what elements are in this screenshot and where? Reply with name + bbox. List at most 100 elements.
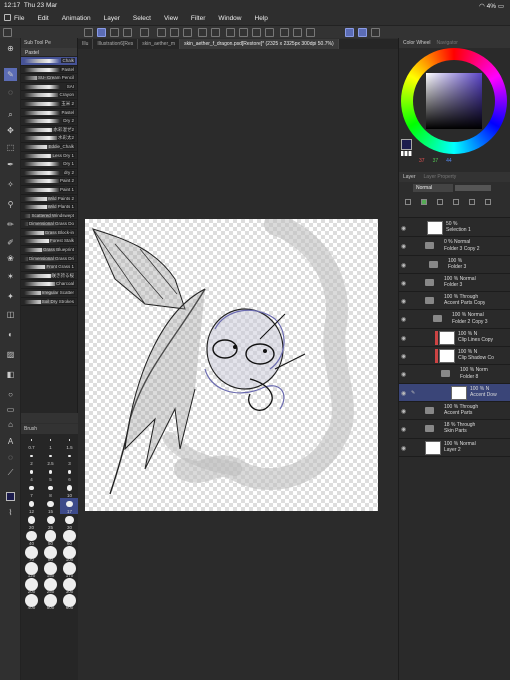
text-tool-icon[interactable]: A xyxy=(4,435,17,448)
visibility-icon[interactable]: ◉ xyxy=(401,280,406,287)
magic-wand-icon[interactable]: ✧ xyxy=(4,178,17,191)
brush-item[interactable]: Crayon xyxy=(21,91,77,100)
visibility-icon[interactable]: ◉ xyxy=(401,298,406,305)
undo-icon[interactable] xyxy=(198,28,207,37)
tab-skin-aether-m[interactable]: skin_aether_m xyxy=(138,39,181,49)
layer-row[interactable]: ◉ 50 % Selection 1 xyxy=(399,219,510,238)
menu-animation[interactable]: Animation xyxy=(62,15,91,22)
menu-select[interactable]: Select xyxy=(133,15,151,22)
gradient-icon[interactable]: ◧ xyxy=(4,368,17,381)
brush-item[interactable]: Eddie_Chalk xyxy=(21,143,77,152)
brush-size-cell[interactable]: 170 xyxy=(60,561,79,578)
search-tool-icon[interactable]: ⌕ xyxy=(4,108,17,121)
visibility-icon[interactable]: ◉ xyxy=(401,390,406,397)
brush-tool-icon[interactable]: ✎ xyxy=(4,68,17,81)
visibility-icon[interactable]: ◉ xyxy=(401,445,406,452)
layer-row[interactable]: ◉ 100 % Through Accent Parts Copy xyxy=(399,292,510,311)
color-wheel[interactable] xyxy=(401,48,507,154)
fill-icon[interactable] xyxy=(140,28,149,37)
brush-size-cell[interactable]: 300 xyxy=(60,577,79,594)
brush-item[interactable]: 水彩太2 xyxy=(21,134,77,143)
layer-row[interactable]: ◉ 100 % Through Accent Parts xyxy=(399,401,510,421)
brush-size-cell[interactable]: 30 xyxy=(60,514,79,530)
brush-size-cell[interactable]: 10 xyxy=(60,482,79,498)
color-icon[interactable] xyxy=(280,28,289,37)
decoration-icon[interactable]: ✦ xyxy=(4,290,17,303)
saturation-value-square[interactable] xyxy=(426,73,482,129)
layer-row[interactable]: ◉ 0 % Normal Folder 3 Copy 2 xyxy=(399,237,510,256)
grid-icon[interactable] xyxy=(183,28,192,37)
clear-icon[interactable] xyxy=(226,28,235,37)
canvas-area[interactable] xyxy=(78,49,398,680)
brush-item[interactable]: Dimensional Grass Dri xyxy=(21,255,77,264)
visibility-icon[interactable]: ◉ xyxy=(401,426,406,433)
flower-brush-icon[interactable]: ❀ xyxy=(4,252,17,265)
home-icon[interactable] xyxy=(3,28,12,37)
tab-illustration6[interactable]: Illustration6[Res xyxy=(93,39,139,49)
circle-tool-icon[interactable]: ○ xyxy=(4,388,17,401)
brush-item[interactable]: Soil Dry Strokes xyxy=(21,298,77,307)
brush-size-cell[interactable]: 1.5 xyxy=(60,434,79,450)
pencil-tool-icon[interactable]: ✏ xyxy=(4,218,17,231)
visibility-icon[interactable]: ◉ xyxy=(401,262,406,269)
brush-item[interactable]: Forest Stalk xyxy=(21,237,77,247)
pen-tool-icon[interactable]: ✒ xyxy=(4,158,17,171)
brush-size-cell[interactable]: 200 xyxy=(22,577,41,594)
brush-item[interactable]: Paint 1 xyxy=(21,186,77,195)
brush-item[interactable]: SAI xyxy=(21,83,77,92)
brush-size-cell[interactable]: 8 xyxy=(41,482,60,498)
brush-size-cell[interactable]: 20 xyxy=(22,514,41,530)
lasso-tool-icon[interactable]: ◌ xyxy=(4,86,17,99)
brush-size-cell[interactable]: 17 xyxy=(60,498,79,514)
edit-icon[interactable] xyxy=(345,28,354,37)
brush-item[interactable]: Front Grass 1 xyxy=(21,263,77,272)
brush-size-cell[interactable]: 2.5 xyxy=(41,450,60,466)
visibility-icon[interactable]: ◉ xyxy=(401,371,406,378)
redo-icon[interactable] xyxy=(211,28,220,37)
snap-icon[interactable] xyxy=(110,28,119,37)
visibility-icon[interactable]: ◉ xyxy=(401,316,406,323)
brush-size-cell[interactable]: 5 xyxy=(41,466,60,482)
airbrush-icon[interactable]: ✶ xyxy=(4,270,17,283)
rotate-icon[interactable] xyxy=(252,28,261,37)
brush-size-cell[interactable]: 80 xyxy=(41,545,60,562)
clip-icon[interactable] xyxy=(405,199,411,205)
brush-item[interactable]: Less Dry 1 xyxy=(21,152,77,161)
brush-size-cell[interactable]: 7 xyxy=(22,482,41,498)
brush-size-cell[interactable]: 250 xyxy=(41,577,60,594)
brush-size-cell[interactable]: 1 xyxy=(41,434,60,450)
brush-item[interactable]: Wild Paints 2 xyxy=(21,195,77,204)
visibility-icon[interactable]: ◉ xyxy=(401,408,406,415)
layer-row[interactable]: ◉ 100 % Folder 3 xyxy=(399,255,510,274)
brush-item[interactable]: Chalk xyxy=(21,57,77,66)
brush-size-cell[interactable]: 40 xyxy=(22,530,41,546)
visibility-icon[interactable]: ◉ xyxy=(401,335,406,342)
transparent-swatch[interactable]: ⌇ xyxy=(4,506,17,519)
check-icon[interactable] xyxy=(358,28,367,37)
brush-item[interactable]: 玉米 2 xyxy=(21,100,77,109)
brush-item[interactable]: Pastel xyxy=(21,66,77,75)
reference-layer-icon[interactable] xyxy=(421,199,427,205)
line-tool-icon[interactable]: ⟋ xyxy=(4,466,17,479)
menu-filter[interactable]: Filter xyxy=(191,15,205,22)
layer-row[interactable]: ◉ 100 % Norm Folder 8 xyxy=(399,365,510,384)
brush-size-cell[interactable]: 70 xyxy=(22,545,41,562)
frame-tool-icon[interactable]: ▭ xyxy=(4,403,17,416)
brush-size-cell[interactable]: 100 xyxy=(60,545,79,562)
brush-size-cell[interactable]: 120 xyxy=(22,561,41,578)
new-layer-icon[interactable] xyxy=(469,199,475,205)
layer-row[interactable]: ◉ 100 % Normal Folder 2 Copy 3 xyxy=(399,310,510,329)
zoom-icon[interactable] xyxy=(239,28,248,37)
tab-layer-property[interactable]: Layer Property xyxy=(424,174,457,180)
brush-item[interactable]: Irregular Scatter xyxy=(21,289,77,298)
menu-layer[interactable]: Layer xyxy=(104,15,120,22)
blend-mode-select[interactable]: Normal xyxy=(413,184,453,192)
eraser-icon[interactable]: ◫ xyxy=(4,308,17,321)
tab-layer[interactable]: Layer xyxy=(403,174,416,180)
eyedropper-icon[interactable]: ⚲ xyxy=(4,198,17,211)
trash-icon[interactable] xyxy=(485,199,491,205)
sub-color-swatch[interactable] xyxy=(401,151,412,156)
brush-item[interactable]: Wild Plants 1 xyxy=(21,203,77,212)
selection-toggle-icon[interactable] xyxy=(97,28,106,37)
layer-color-icon[interactable] xyxy=(293,28,302,37)
